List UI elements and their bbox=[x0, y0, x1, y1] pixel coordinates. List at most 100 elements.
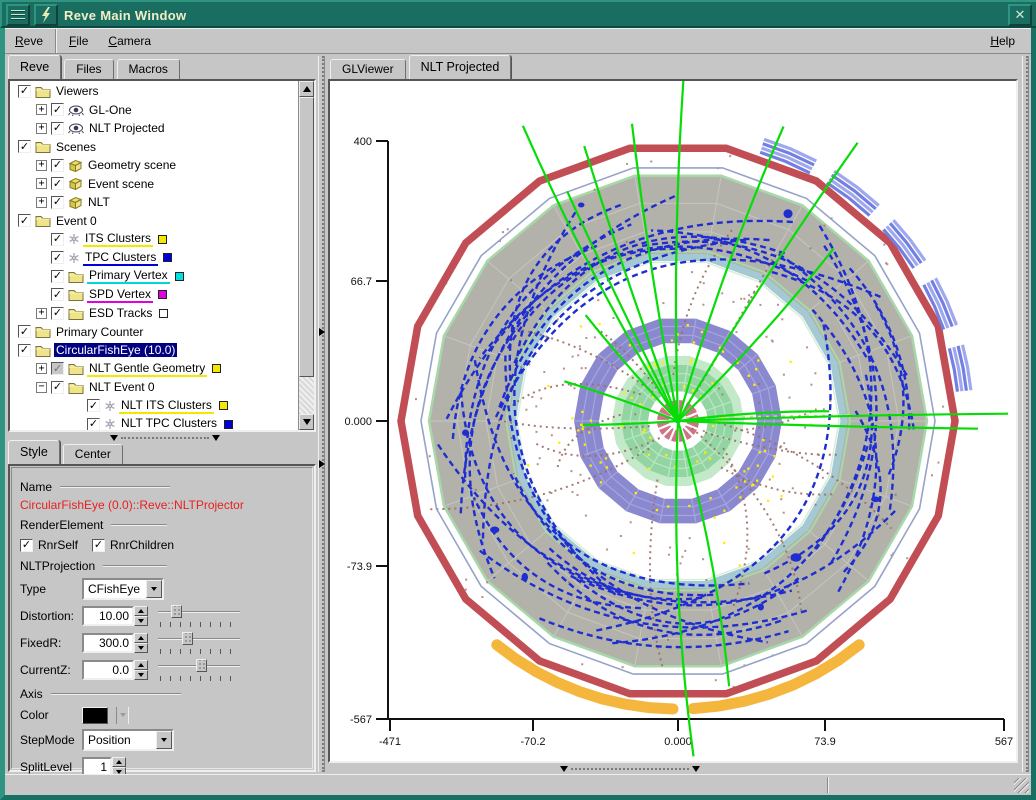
visibility-checkbox[interactable]: ✓ bbox=[51, 288, 64, 301]
collapse-icon[interactable]: − bbox=[36, 382, 47, 393]
title-bar[interactable]: Reve Main Window ✕ bbox=[0, 0, 1036, 28]
menu-camera[interactable]: Camera bbox=[98, 30, 161, 52]
visibility-checkbox[interactable]: ✓ bbox=[18, 325, 31, 338]
tree-item-primary-counter[interactable]: ✓ Primary Counter bbox=[10, 323, 298, 342]
nlt-projected-viewport[interactable]: 40066.70.000-73.9-567-471-70.20.00073.95… bbox=[328, 79, 1018, 763]
visibility-checkbox[interactable]: ✓ bbox=[51, 381, 64, 394]
visibility-checkbox[interactable]: ✓ bbox=[87, 418, 100, 431]
color-dropdown-icon[interactable] bbox=[116, 707, 129, 724]
tree-item-label[interactable]: NLT ITS Clusters bbox=[119, 398, 214, 414]
tree-item-label[interactable]: Primary Counter bbox=[54, 325, 145, 339]
distortion-entry[interactable]: 10.00 bbox=[82, 606, 134, 626]
fixedr-slider[interactable] bbox=[158, 630, 240, 656]
visibility-checkbox[interactable]: ✓ bbox=[51, 270, 64, 283]
currentz-entry[interactable]: 0.0 bbox=[82, 660, 134, 680]
tab-files[interactable]: Files bbox=[64, 59, 113, 79]
currentz-spinner[interactable] bbox=[134, 660, 148, 680]
visibility-checkbox[interactable]: ✓ bbox=[18, 344, 31, 357]
tree-item-viewers[interactable]: ✓ Viewers bbox=[10, 82, 298, 101]
tree-item-label[interactable]: NLT TPC Clusters bbox=[119, 416, 219, 432]
tab-reve[interactable]: Reve bbox=[8, 55, 61, 79]
tree-item-geometry-scene[interactable]: +✓Geometry scene bbox=[10, 156, 298, 175]
tab-center[interactable]: Center bbox=[63, 444, 123, 464]
menu-file[interactable]: File bbox=[59, 30, 98, 52]
dropdown-arrow-icon[interactable] bbox=[156, 731, 172, 749]
resize-grip[interactable] bbox=[1014, 778, 1029, 793]
tree-item-spd-vertex[interactable]: ✓ SPD Vertex bbox=[10, 286, 298, 305]
viewer-splitter-handle[interactable] bbox=[560, 765, 700, 773]
tree-item-esd-tracks[interactable]: +✓ESD Tracks bbox=[10, 304, 298, 323]
tree-item-circularfisheye-10-0-[interactable]: ✓ CircularFishEye (10.0) bbox=[10, 341, 298, 360]
tree-item-label[interactable]: Event 0 bbox=[54, 214, 99, 228]
visibility-checkbox[interactable]: ✓ bbox=[51, 196, 64, 209]
tab-macros[interactable]: Macros bbox=[117, 59, 180, 79]
tree-item-label[interactable]: GL-One bbox=[87, 103, 134, 117]
tree-item-label[interactable]: Event scene bbox=[86, 177, 156, 191]
right-splitter[interactable] bbox=[1022, 56, 1029, 772]
tree-item-label[interactable]: NLT Gentle Geometry bbox=[87, 361, 207, 377]
visibility-checkbox[interactable]: ✓ bbox=[51, 307, 64, 320]
visibility-checkbox[interactable]: ✓ bbox=[18, 140, 31, 153]
tab-glviewer[interactable]: GLViewer bbox=[330, 59, 406, 79]
visibility-checkbox[interactable]: ✓ bbox=[51, 233, 64, 246]
distortion-slider[interactable] bbox=[158, 603, 240, 629]
scroll-track[interactable] bbox=[299, 377, 314, 414]
visibility-checkbox[interactable]: ✓ bbox=[18, 85, 31, 98]
tree-item-label[interactable]: NLT Event 0 bbox=[87, 380, 157, 394]
distortion-spinner[interactable] bbox=[134, 606, 148, 626]
fixedr-entry[interactable]: 300.0 bbox=[82, 633, 134, 653]
tree-item-label[interactable]: Scenes bbox=[54, 140, 98, 154]
tree-item-gl-one[interactable]: + ✓ GL-One bbox=[10, 101, 298, 120]
visibility-checkbox[interactable]: ✓ bbox=[51, 251, 64, 264]
tree-splitter-handle[interactable] bbox=[110, 434, 220, 442]
expand-icon[interactable]: + bbox=[36, 178, 47, 189]
currentz-slider[interactable] bbox=[158, 657, 240, 683]
tree-item-label[interactable]: SPD Vertex bbox=[87, 287, 153, 303]
panel-splitter[interactable] bbox=[318, 56, 325, 772]
expand-icon[interactable]: + bbox=[36, 197, 47, 208]
close-button[interactable]: ✕ bbox=[1008, 4, 1032, 26]
visibility-checkbox[interactable]: ✓ bbox=[87, 399, 100, 412]
scroll-up-button[interactable] bbox=[299, 81, 314, 97]
fixedr-spinner[interactable] bbox=[134, 633, 148, 653]
tree-scrollbar[interactable] bbox=[298, 81, 314, 430]
tree-item-label[interactable]: ESD Tracks bbox=[87, 306, 154, 320]
rnrchildren-checkbox[interactable]: ✓ bbox=[92, 539, 105, 552]
visibility-checkbox[interactable]: ✓ bbox=[51, 177, 64, 190]
tree-item-label[interactable]: CircularFishEye (10.0) bbox=[54, 343, 177, 357]
tree-item-its-clusters[interactable]: ✓ ITS Clusters bbox=[10, 230, 298, 249]
tree-item-label[interactable]: NLT Projected bbox=[87, 121, 167, 135]
visibility-checkbox[interactable]: ✓ bbox=[51, 122, 64, 135]
tree-item-scenes[interactable]: ✓ Scenes bbox=[10, 138, 298, 157]
tree-item-event-scene[interactable]: + ✓ Event scene bbox=[10, 175, 298, 194]
dropdown-arrow-icon[interactable] bbox=[146, 580, 162, 598]
tree-item-nlt-its-clusters[interactable]: ✓ NLT ITS Clusters bbox=[10, 397, 298, 416]
tree-item-nlt-event-0[interactable]: −✓ NLT Event 0 bbox=[10, 378, 298, 397]
axis-color-swatch[interactable] bbox=[82, 707, 108, 724]
tree-item-event-0[interactable]: ✓ Event 0 bbox=[10, 212, 298, 231]
expand-icon[interactable]: + bbox=[36, 363, 47, 374]
visibility-checkbox[interactable]: ✓ bbox=[18, 214, 31, 227]
tab-nlt-projected[interactable]: NLT Projected bbox=[409, 55, 512, 79]
tab-style[interactable]: Style bbox=[8, 440, 60, 464]
tree-item-label[interactable]: Geometry scene bbox=[86, 158, 178, 172]
tree-item-label[interactable]: Viewers bbox=[54, 84, 100, 98]
rnrself-checkbox[interactable]: ✓ bbox=[20, 539, 33, 552]
scroll-down-button[interactable] bbox=[299, 414, 314, 430]
stepmode-combobox[interactable]: Position bbox=[82, 729, 174, 751]
tree-item-primary-vertex[interactable]: ✓Primary Vertex bbox=[10, 267, 298, 286]
scroll-thumb[interactable] bbox=[299, 97, 314, 377]
tree-item-label[interactable]: NLT bbox=[86, 195, 112, 209]
app-icon-button[interactable] bbox=[34, 4, 58, 26]
expand-icon[interactable]: + bbox=[36, 104, 47, 115]
visibility-checkbox[interactable]: ✓ bbox=[51, 159, 64, 172]
menu-help[interactable]: Help bbox=[980, 30, 1025, 52]
tree-item-nlt[interactable]: + ✓ NLT bbox=[10, 193, 298, 212]
tree-item-tpc-clusters[interactable]: ✓TPC Clusters bbox=[10, 249, 298, 268]
expand-icon[interactable]: + bbox=[36, 123, 47, 134]
tree-item-label[interactable]: ITS Clusters bbox=[83, 231, 153, 247]
tree-item-nlt-projected[interactable]: + ✓ NLT Projected bbox=[10, 119, 298, 138]
type-combobox[interactable]: CFishEye bbox=[82, 578, 164, 600]
visibility-checkbox[interactable]: ✓ bbox=[51, 362, 64, 375]
visibility-checkbox[interactable]: ✓ bbox=[51, 103, 64, 116]
